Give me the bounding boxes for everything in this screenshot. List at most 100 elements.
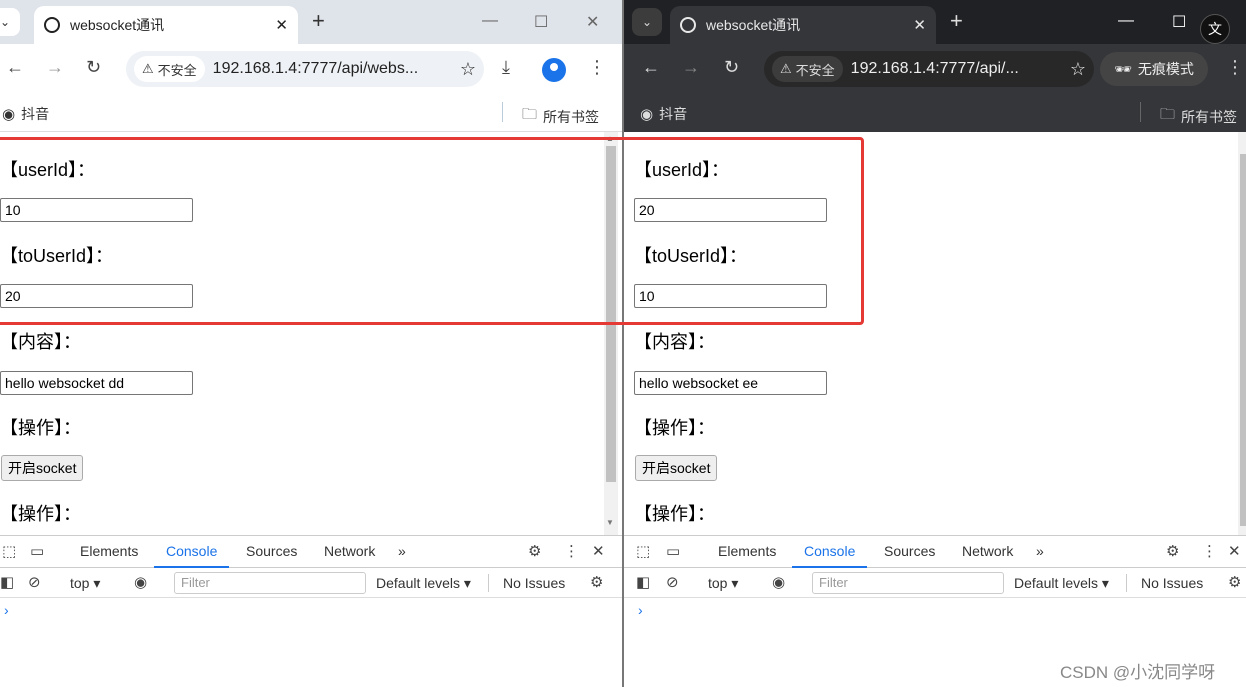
- scroll-up-icon[interactable]: ▲: [606, 134, 614, 143]
- scroll-down-icon[interactable]: ▼: [606, 518, 614, 527]
- tab-websocket[interactable]: websocket通讯 ✕: [670, 6, 936, 44]
- reload-icon[interactable]: ↻: [724, 58, 739, 76]
- bookmark-douyin[interactable]: ◉ 抖音: [640, 104, 687, 124]
- console-settings-icon[interactable]: ⚙: [1228, 573, 1241, 591]
- sidebar-toggle-icon[interactable]: ◧: [0, 573, 14, 591]
- page-scrollbar[interactable]: ▲ ▼: [604, 132, 618, 535]
- issues-indicator[interactable]: No Issues: [503, 575, 565, 591]
- address-bar[interactable]: ⚠ 不安全 192.168.1.4:7777/api/webs... ☆: [126, 51, 484, 87]
- clear-console-icon[interactable]: ⊘: [666, 573, 679, 591]
- tab-elements[interactable]: Elements: [718, 543, 776, 559]
- toolbar: ← → ↻ ⚠ 不安全 192.168.1.4:7777/api/... ☆ 🕶 无…: [624, 44, 1246, 94]
- menu-icon[interactable]: ⋮: [1226, 58, 1244, 76]
- maximize-icon[interactable]: ☐: [1172, 12, 1186, 32]
- context-selector[interactable]: top ▾: [70, 575, 100, 592]
- tab-sources[interactable]: Sources: [884, 543, 935, 559]
- open-socket-button[interactable]: 开启socket: [635, 455, 718, 481]
- user-id-input[interactable]: [634, 198, 827, 222]
- incognito-badge[interactable]: 🕶 无痕模式: [1100, 52, 1208, 86]
- toolbar: ← → ↻ ⚠ 不安全 192.168.1.4:7777/api/webs... …: [0, 44, 622, 94]
- sidebar-toggle-icon[interactable]: ◧: [636, 573, 650, 591]
- new-tab-button[interactable]: +: [312, 10, 325, 32]
- menu-icon[interactable]: ⋮: [588, 58, 606, 76]
- tab-network[interactable]: Network: [324, 543, 375, 559]
- tab-search-button[interactable]: ⌄: [0, 8, 20, 36]
- console-filter-input[interactable]: Filter: [174, 572, 366, 594]
- bookmark-star-icon[interactable]: ☆: [460, 59, 476, 80]
- inspect-element-icon[interactable]: ⬚: [636, 542, 650, 560]
- to-user-id-input[interactable]: [0, 284, 193, 308]
- more-tabs-icon[interactable]: »: [398, 543, 406, 559]
- bookmark-separator: [1140, 102, 1141, 122]
- forward-icon[interactable]: →: [46, 58, 64, 76]
- translate-icon[interactable]: 文: [1200, 14, 1230, 44]
- bookmark-star-icon[interactable]: ☆: [1070, 59, 1086, 80]
- forward-icon[interactable]: →: [682, 58, 700, 76]
- user-id-input[interactable]: [0, 198, 193, 222]
- tab-websocket[interactable]: websocket通讯 ✕: [34, 6, 298, 44]
- log-levels-dropdown[interactable]: Default levels ▾: [1014, 575, 1109, 592]
- close-devtools-icon[interactable]: ✕: [592, 542, 605, 560]
- all-bookmarks[interactable]: 🗀 所有书签: [1160, 104, 1237, 129]
- issues-indicator[interactable]: No Issues: [1141, 575, 1203, 591]
- security-chip[interactable]: ⚠ 不安全: [772, 56, 843, 82]
- tab-network[interactable]: Network: [962, 543, 1013, 559]
- console-prompt[interactable]: ›: [4, 602, 9, 618]
- kebab-menu-icon[interactable]: ⋮: [564, 542, 579, 560]
- tab-console[interactable]: Console: [791, 543, 868, 568]
- to-user-id-input[interactable]: [634, 284, 827, 308]
- scrollbar-thumb[interactable]: [1240, 154, 1246, 526]
- console-filter-input[interactable]: Filter: [812, 572, 1004, 594]
- minimize-icon[interactable]: —: [1118, 12, 1134, 30]
- content-input[interactable]: [0, 371, 193, 395]
- console-settings-icon[interactable]: ⚙: [590, 573, 603, 591]
- inspect-element-icon[interactable]: ⬚: [2, 542, 16, 560]
- close-window-icon[interactable]: ✕: [586, 12, 599, 32]
- open-socket-button[interactable]: 开启socket: [1, 455, 84, 481]
- profile-avatar[interactable]: [542, 58, 566, 82]
- tab-console[interactable]: Console: [153, 543, 230, 568]
- tab-elements[interactable]: Elements: [80, 543, 138, 559]
- tab-search-button[interactable]: ⌄: [632, 8, 662, 36]
- console-prompt[interactable]: ›: [638, 602, 643, 618]
- operation-label-2: 【操作】：: [634, 504, 715, 524]
- globe-icon: [44, 17, 60, 33]
- eye-icon[interactable]: ◉: [134, 573, 147, 591]
- reload-icon[interactable]: ↻: [86, 58, 101, 76]
- tab-strip: ⌄ websocket通讯 ✕ + — ☐ ✕: [0, 0, 622, 44]
- url-text: 192.168.1.4:7777/api/webs...: [212, 60, 419, 77]
- device-toolbar-icon[interactable]: ▭: [666, 542, 680, 560]
- page-scrollbar[interactable]: [1238, 132, 1246, 535]
- console-toolbar: ◧ ⊘ top ▾ ◉ Filter Default levels ▾ No I…: [0, 568, 622, 598]
- gear-icon[interactable]: ⚙: [528, 542, 541, 560]
- more-tabs-icon[interactable]: »: [1036, 543, 1044, 559]
- close-tab-icon[interactable]: ✕: [275, 16, 288, 34]
- security-chip-label: 不安全: [795, 62, 835, 78]
- back-icon[interactable]: ←: [6, 58, 24, 76]
- scrollbar-thumb[interactable]: [606, 146, 616, 482]
- maximize-icon[interactable]: ☐: [534, 12, 548, 32]
- url-text: 192.168.1.4:7777/api/...: [850, 60, 1019, 77]
- tab-sources[interactable]: Sources: [246, 543, 297, 559]
- context-selector[interactable]: top ▾: [708, 575, 738, 592]
- console-toolbar: ◧ ⊘ top ▾ ◉ Filter Default levels ▾ No I…: [624, 568, 1246, 598]
- device-toolbar-icon[interactable]: ▭: [30, 542, 44, 560]
- close-devtools-icon[interactable]: ✕: [1228, 542, 1241, 560]
- address-bar[interactable]: ⚠ 不安全 192.168.1.4:7777/api/... ☆: [764, 51, 1094, 87]
- bookmark-douyin[interactable]: ◉ 抖音: [2, 104, 49, 124]
- back-icon[interactable]: ←: [642, 58, 660, 76]
- globe-icon: [680, 17, 696, 33]
- clear-console-icon[interactable]: ⊘: [28, 573, 41, 591]
- log-levels-dropdown[interactable]: Default levels ▾: [376, 575, 471, 592]
- kebab-menu-icon[interactable]: ⋮: [1202, 542, 1217, 560]
- content-input[interactable]: [634, 371, 827, 395]
- download-icon[interactable]: ⤓: [502, 58, 510, 76]
- all-bookmarks[interactable]: 🗀 所有书签: [522, 104, 599, 129]
- new-tab-button[interactable]: +: [950, 10, 963, 32]
- eye-icon[interactable]: ◉: [772, 573, 785, 591]
- security-chip[interactable]: ⚠ 不安全: [134, 56, 205, 82]
- globe-icon: ◉: [2, 106, 16, 123]
- close-tab-icon[interactable]: ✕: [913, 16, 926, 34]
- gear-icon[interactable]: ⚙: [1166, 542, 1179, 560]
- minimize-icon[interactable]: —: [482, 12, 498, 30]
